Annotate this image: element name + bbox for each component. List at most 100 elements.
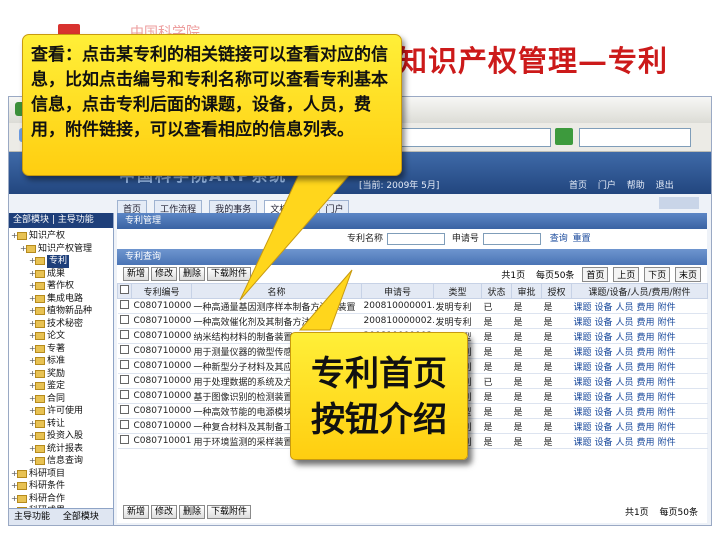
first-page-button[interactable]: 首页: [582, 267, 609, 282]
row-link[interactable]: 附件: [658, 363, 676, 373]
tab-main-functions[interactable]: 主导功能: [9, 512, 55, 522]
row-checkbox[interactable]: [117, 403, 132, 419]
patent-name-input[interactable]: [387, 232, 446, 245]
sidebar-item[interactable]: + 科研合作: [9, 493, 113, 506]
sidebar-item[interactable]: + 著作权: [9, 280, 113, 293]
table-row[interactable]: C0807100002 一种高效催化剂及其制备方法 200810000002.7 发明…: [117, 313, 708, 329]
row-link[interactable]: 费用: [637, 333, 655, 343]
row-link[interactable]: 费用: [637, 348, 655, 358]
sidebar-item[interactable]: + 合同: [9, 393, 113, 406]
add-button[interactable]: 新增: [123, 267, 150, 281]
row-link[interactable]: 课题: [574, 333, 592, 343]
row-link[interactable]: 人员: [616, 393, 634, 403]
patent-id-link[interactable]: C0807100004: [131, 343, 192, 359]
row-link[interactable]: 附件: [658, 333, 676, 343]
row-link[interactable]: 课题: [574, 438, 592, 448]
row-link[interactable]: 课题: [574, 378, 592, 388]
sidebar-item[interactable]: + 论文: [9, 330, 113, 343]
row-checkbox[interactable]: [117, 298, 132, 314]
search-input[interactable]: [579, 128, 691, 147]
row-link[interactable]: 课题: [574, 393, 592, 403]
sidebar-item[interactable]: + 技术秘密: [9, 318, 113, 331]
col-type[interactable]: 类型: [433, 283, 482, 299]
row-select-checkbox[interactable]: [119, 435, 129, 444]
row-link[interactable]: 设备: [595, 378, 613, 388]
patent-id-link[interactable]: C0807100005: [131, 358, 192, 374]
row-link[interactable]: 附件: [658, 348, 676, 358]
row-link[interactable]: 设备: [595, 303, 613, 313]
patent-id-link[interactable]: C0807100003: [131, 328, 192, 344]
row-link[interactable]: 课题: [574, 303, 592, 313]
row-checkbox[interactable]: [117, 373, 132, 389]
sidebar-item[interactable]: + 知识产权: [9, 230, 113, 243]
patent-name-link[interactable]: 一种高效催化剂及其制备方法: [191, 313, 362, 329]
table-row[interactable]: C0807100001 一种高通量基因测序样本制备方法及装置 20081000000…: [117, 298, 708, 314]
row-link[interactable]: 附件: [658, 303, 676, 313]
sidebar-item[interactable]: + 投资入股: [9, 430, 113, 443]
row-link[interactable]: 附件: [658, 393, 676, 403]
col-id[interactable]: 专利编号: [131, 283, 192, 299]
sidebar-item[interactable]: + 科研条件: [9, 480, 113, 493]
patent-id-link[interactable]: C0807100010: [131, 433, 192, 449]
row-link[interactable]: 课题: [574, 423, 592, 433]
row-checkbox[interactable]: [117, 388, 132, 404]
patent-id-link[interactable]: C0807100008: [131, 403, 192, 419]
col-state[interactable]: 状态: [481, 283, 512, 299]
reset-button[interactable]: 重置: [573, 234, 591, 244]
row-link[interactable]: 人员: [616, 438, 634, 448]
row-select-checkbox[interactable]: [119, 390, 129, 399]
row-link[interactable]: 设备: [595, 318, 613, 328]
row-link[interactable]: 附件: [658, 378, 676, 388]
row-link[interactable]: 费用: [637, 438, 655, 448]
row-link[interactable]: 设备: [595, 333, 613, 343]
row-link[interactable]: 费用: [637, 318, 655, 328]
row-link[interactable]: 设备: [595, 423, 613, 433]
footer-edit-button[interactable]: 修改: [151, 505, 178, 519]
col-name[interactable]: 名称: [191, 283, 362, 299]
row-link[interactable]: 附件: [658, 423, 676, 433]
row-link[interactable]: 人员: [616, 333, 634, 343]
patent-id-link[interactable]: C0807100006: [131, 373, 192, 389]
row-link[interactable]: 课题: [574, 318, 592, 328]
select-all-checkbox[interactable]: [120, 285, 129, 294]
download-attachment-button[interactable]: 下载附件: [207, 267, 252, 281]
sidebar-item[interactable]: + 成果: [9, 268, 113, 281]
row-link[interactable]: 附件: [658, 438, 676, 448]
row-link[interactable]: 人员: [616, 363, 634, 373]
tab-all-modules[interactable]: 全部模块: [58, 512, 104, 522]
row-checkbox[interactable]: [117, 433, 132, 449]
row-link[interactable]: 设备: [595, 348, 613, 358]
footer-add-button[interactable]: 新增: [123, 505, 150, 519]
row-link[interactable]: 课题: [574, 348, 592, 358]
header-link-home[interactable]: 首页: [569, 181, 587, 191]
row-link[interactable]: 费用: [637, 378, 655, 388]
sidebar-item[interactable]: + 专利: [9, 255, 113, 268]
row-link[interactable]: 人员: [616, 318, 634, 328]
sidebar-item[interactable]: + 知识产权管理: [9, 243, 113, 256]
row-link[interactable]: 费用: [637, 363, 655, 373]
sidebar-item[interactable]: + 奖励: [9, 368, 113, 381]
col-appno[interactable]: 申请号: [361, 283, 434, 299]
row-link[interactable]: 人员: [616, 348, 634, 358]
next-page-button[interactable]: 下页: [644, 267, 671, 282]
col-approve[interactable]: 审批: [511, 283, 542, 299]
row-link[interactable]: 人员: [616, 423, 634, 433]
row-link[interactable]: 费用: [637, 408, 655, 418]
last-page-button[interactable]: 末页: [674, 267, 701, 282]
row-link[interactable]: 设备: [595, 438, 613, 448]
sidebar-item[interactable]: + 科研项目: [9, 468, 113, 481]
prev-page-button[interactable]: 上页: [613, 267, 640, 282]
sidebar-item[interactable]: + 鉴定: [9, 380, 113, 393]
sidebar-item[interactable]: + 统计报表: [9, 443, 113, 456]
row-link[interactable]: 费用: [637, 393, 655, 403]
sidebar-item[interactable]: + 许可使用: [9, 405, 113, 418]
patent-name-link[interactable]: 一种高通量基因测序样本制备方法及装置: [191, 298, 362, 314]
row-checkbox[interactable]: [117, 328, 132, 344]
row-select-checkbox[interactable]: [119, 420, 129, 429]
row-link[interactable]: 设备: [595, 393, 613, 403]
row-link[interactable]: 人员: [616, 378, 634, 388]
col-select[interactable]: [117, 283, 132, 299]
patent-id-link[interactable]: C0807100009: [131, 418, 192, 434]
query-button[interactable]: 查询: [550, 234, 568, 244]
delete-button[interactable]: 删除: [179, 267, 206, 281]
